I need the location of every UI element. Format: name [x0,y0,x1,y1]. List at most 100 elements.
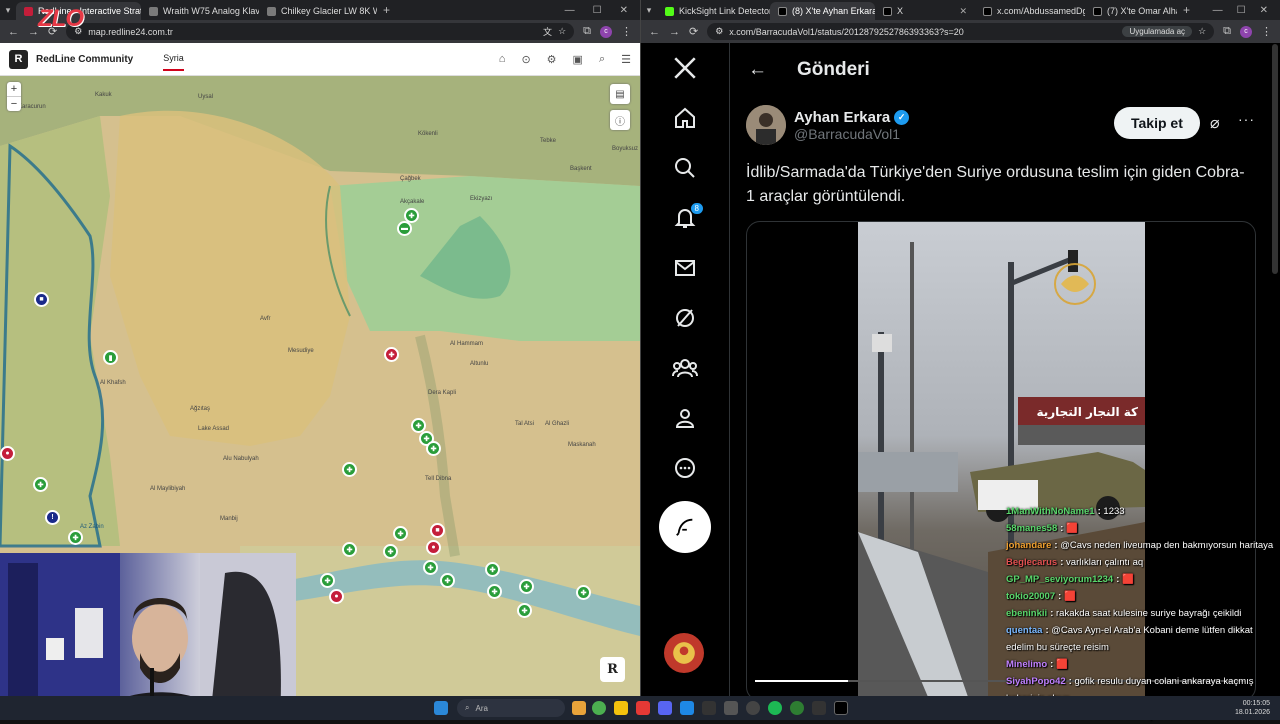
tag-icon[interactable]: ⌂ [499,53,506,66]
new-tab-button[interactable]: + [1177,3,1196,17]
map-marker[interactable]: ✚ [342,542,357,557]
compose-post-button[interactable] [659,501,711,553]
tab-search-icon[interactable]: ▾ [641,5,657,16]
translate-icon[interactable]: 文 [543,25,552,38]
chat-username[interactable]: 1ManWithNoName1 [1006,506,1095,517]
open-in-app-chip[interactable]: Uygulamada aç [1122,26,1193,37]
notifications-icon[interactable]: 8 [660,193,710,243]
post-author[interactable]: Ayhan Erkara ✓ @BarracudaVol1 [746,105,910,145]
map-marker[interactable]: ▮ [103,350,118,365]
map-marker[interactable]: ✚ [342,462,357,477]
back-icon[interactable]: ← [8,26,19,38]
map-marker[interactable]: ▬ [397,221,412,236]
close-window-icon[interactable]: ✕ [1260,5,1268,16]
chat-username[interactable]: johandare [1006,540,1051,551]
extensions-icon[interactable]: ⧉ [583,25,591,38]
map-marker[interactable]: ● [0,446,15,461]
search-icon[interactable]: ⌕ [599,53,605,66]
profile-icon[interactable] [660,393,710,443]
map-marker[interactable]: ✚ [393,526,408,541]
map-marker[interactable]: ✚ [485,562,500,577]
obs-icon[interactable] [746,701,760,715]
bookmark-star-icon[interactable]: ☆ [558,26,566,37]
minimize-icon[interactable]: — [1213,5,1223,16]
extensions-icon[interactable]: ⧉ [1223,25,1231,38]
scrollbar[interactable] [1272,44,1278,274]
back-icon[interactable]: ← [649,26,660,38]
chat-username[interactable]: Beglecarus [1006,557,1057,568]
pin-icon[interactable]: ⊙ [521,53,530,66]
grok-icon[interactable] [660,293,710,343]
follow-button[interactable]: Takip et [1114,107,1200,139]
redline-logo[interactable]: R [9,49,28,69]
map-marker[interactable]: ■ [430,523,445,538]
map-marker[interactable]: ✚ [383,544,398,559]
more-options-icon[interactable]: ··· [1238,111,1255,127]
chrome-icon[interactable] [592,701,606,715]
bookmark-star-icon[interactable]: ☆ [1198,26,1206,37]
folder-icon[interactable] [614,701,628,715]
right-tab-ayhan[interactable]: (8) X'te Ayhan Erkara: "İd ✕ [770,2,875,20]
map-marker[interactable]: ✚ [33,477,48,492]
site-info-icon[interactable]: ⚙ [715,26,723,37]
map-layers-icon[interactable]: ▤ [610,84,630,104]
minimize-icon[interactable]: — [565,5,575,16]
map-marker[interactable]: ✚ [487,584,502,599]
chat-username[interactable]: GP_MP_seviyorum1234 [1006,574,1113,585]
zoom-in-button[interactable]: + [7,82,21,96]
app-icon[interactable] [812,701,826,715]
close-window-icon[interactable]: ✕ [620,5,628,16]
author-handle[interactable]: @BarracudaVol1 [794,126,909,142]
chat-username[interactable]: Minelimo [1006,659,1047,670]
map-marker[interactable]: ✚ [426,441,441,456]
grok-explain-icon[interactable]: ⌀ [1210,113,1220,133]
system-clock[interactable]: 00:15:05 18.01.2026 [1235,699,1270,717]
chat-username[interactable]: quentaa [1006,625,1042,636]
author-avatar[interactable] [746,105,786,145]
x-logo-icon[interactable] [660,43,710,93]
hamburger-menu-icon[interactable]: ☰ [621,53,631,66]
spotify-icon[interactable] [768,701,782,715]
right-tab-kicksight[interactable]: KickSight Link Detector ✕ [657,2,770,20]
map-marker[interactable]: ● [426,540,441,555]
camera-icon[interactable]: ▣ [573,53,583,66]
more-circle-icon[interactable] [660,443,710,493]
home-icon[interactable] [660,93,710,143]
chat-username[interactable]: tokio20007 [1006,591,1055,602]
app-icon[interactable] [724,701,738,715]
zoom-out-button[interactable]: − [7,96,21,111]
maximize-icon[interactable]: ☐ [1237,5,1246,16]
messages-icon[interactable] [660,243,710,293]
account-avatar[interactable] [664,633,704,673]
chat-username[interactable]: 58manes58 [1006,523,1057,534]
map-marker[interactable]: ✚ [320,573,335,588]
map-marker[interactable]: ● [329,589,344,604]
x-app-icon[interactable] [834,701,848,715]
address-bar[interactable]: ⚙ map.redline24.com.tr 文 ☆ [66,23,575,40]
app-icon[interactable] [680,701,694,715]
new-tab-button[interactable]: + [377,3,396,17]
right-tab-x[interactable]: X ✕ [875,2,975,20]
taskbar-search[interactable]: ⌕ Ara [457,699,565,717]
profile-avatar[interactable]: c [1240,25,1252,38]
map-info-icon[interactable]: ⓘ [610,110,630,130]
right-tab-omar[interactable]: (7) X'te Omar Alharir ✕ [1085,2,1177,20]
left-tab-wraith[interactable]: Wraith W75 Analog Klavye ✕ [141,2,259,20]
forward-icon[interactable]: → [669,26,680,38]
redline-corner-button[interactable]: R [600,657,625,682]
discord-icon[interactable] [658,701,672,715]
author-name[interactable]: Ayhan Erkara [794,109,890,126]
map-marker[interactable]: ■ [34,292,49,307]
profile-avatar[interactable]: c [600,25,612,38]
map-marker[interactable]: ! [45,510,60,525]
address-bar[interactable]: ⚙ x.com/BarracudaVol1/status/20128792527… [707,23,1215,40]
map-marker[interactable]: ✚ [384,347,399,362]
back-arrow-icon[interactable]: ← [748,59,767,81]
right-tab-abdussamed[interactable]: x.com/AbdussamedDg ✕ [975,2,1085,20]
close-icon[interactable]: ✕ [955,6,967,17]
map-marker[interactable]: ✚ [423,560,438,575]
chrome-icon[interactable] [790,701,804,715]
maximize-icon[interactable]: ☐ [593,5,602,16]
map-marker[interactable]: ✚ [519,579,534,594]
map-marker[interactable]: ✚ [440,573,455,588]
